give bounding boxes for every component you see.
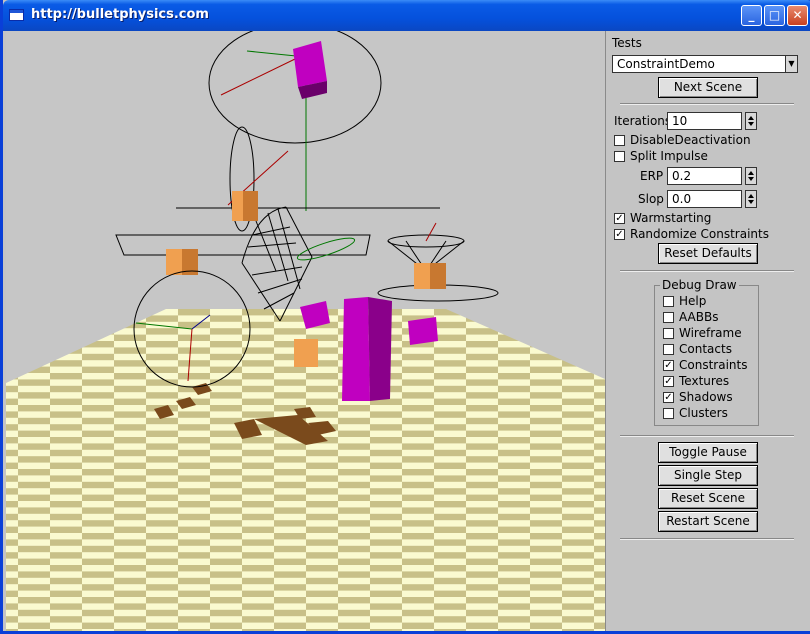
tests-label: Tests: [612, 36, 642, 50]
single-step-button[interactable]: Single Step: [658, 465, 758, 486]
warmstarting-checkbox[interactable]: ✓: [614, 213, 625, 224]
title-bar[interactable]: http://bulletphysics.com _ □ ✕: [3, 0, 810, 31]
clusters-label: Clusters: [679, 406, 728, 420]
help-checkbox[interactable]: [663, 296, 674, 307]
erp-field[interactable]: 0.2: [667, 167, 742, 185]
toggle-pause-button[interactable]: Toggle Pause: [658, 442, 758, 463]
debug-draw-title: Debug Draw: [660, 278, 739, 292]
app-window: http://bulletphysics.com _ □ ✕ Tests Con…: [0, 0, 810, 634]
aabbs-checkbox[interactable]: [663, 312, 674, 323]
scene-render: [6, 31, 605, 631]
minimize-button[interactable]: _: [741, 5, 762, 26]
aabbs-label: AABBs: [679, 310, 719, 324]
window-title: http://bulletphysics.com: [31, 7, 209, 22]
slop-label: Slop: [638, 192, 664, 206]
disable-deactivation-checkbox[interactable]: [614, 135, 625, 146]
maximize-button[interactable]: □: [764, 5, 785, 26]
restart-scene-button[interactable]: Restart Scene: [658, 511, 758, 532]
contacts-checkbox[interactable]: [663, 344, 674, 355]
constraints-checkbox[interactable]: ✓: [663, 360, 674, 371]
textures-label: Textures: [679, 374, 730, 388]
slop-spinner[interactable]: [745, 190, 757, 208]
dropdown-arrow-icon[interactable]: ▼: [785, 56, 797, 72]
app-icon: [9, 9, 24, 21]
constraints-label: Constraints: [679, 358, 748, 372]
divider: [620, 270, 794, 272]
randomize-constraints-label: Randomize Constraints: [630, 227, 769, 241]
next-scene-button[interactable]: Next Scene: [658, 77, 758, 98]
test-select[interactable]: ConstraintDemo ▼: [612, 55, 798, 73]
divider: [620, 103, 794, 105]
magenta-cube-right: [408, 317, 438, 345]
textures-checkbox[interactable]: ✓: [663, 376, 674, 387]
close-button[interactable]: ✕: [787, 5, 808, 26]
divider: [620, 435, 794, 437]
reset-defaults-button[interactable]: Reset Defaults: [658, 243, 758, 264]
randomize-constraints-checkbox[interactable]: ✓: [614, 229, 625, 240]
magenta-pillar: [342, 297, 392, 401]
orange-cube-4: [294, 339, 318, 367]
iterations-spinner[interactable]: [745, 112, 757, 130]
clusters-checkbox[interactable]: [663, 408, 674, 419]
slop-field[interactable]: 0.0: [667, 190, 742, 208]
shadows-checkbox[interactable]: ✓: [663, 392, 674, 403]
control-panel: Tests ConstraintDemo ▼ Next Scene Iterat…: [605, 31, 810, 631]
iterations-label: Iterations: [614, 114, 672, 128]
erp-spinner[interactable]: [745, 167, 757, 185]
shadows-label: Shadows: [679, 390, 733, 404]
iterations-field[interactable]: 10: [667, 112, 742, 130]
split-impulse-checkbox[interactable]: [614, 151, 625, 162]
physics-viewport[interactable]: [6, 31, 605, 631]
warmstarting-label: Warmstarting: [630, 211, 712, 225]
test-select-value: ConstraintDemo: [617, 57, 715, 71]
divider: [620, 538, 794, 540]
wireframe-checkbox[interactable]: [663, 328, 674, 339]
erp-label: ERP: [640, 169, 664, 183]
split-impulse-label: Split Impulse: [630, 149, 708, 163]
help-label: Help: [679, 294, 707, 308]
contacts-label: Contacts: [679, 342, 732, 356]
wireframe-label: Wireframe: [679, 326, 742, 340]
disable-deactivation-label: DisableDeactivation: [630, 133, 751, 147]
reset-scene-button[interactable]: Reset Scene: [658, 488, 758, 509]
